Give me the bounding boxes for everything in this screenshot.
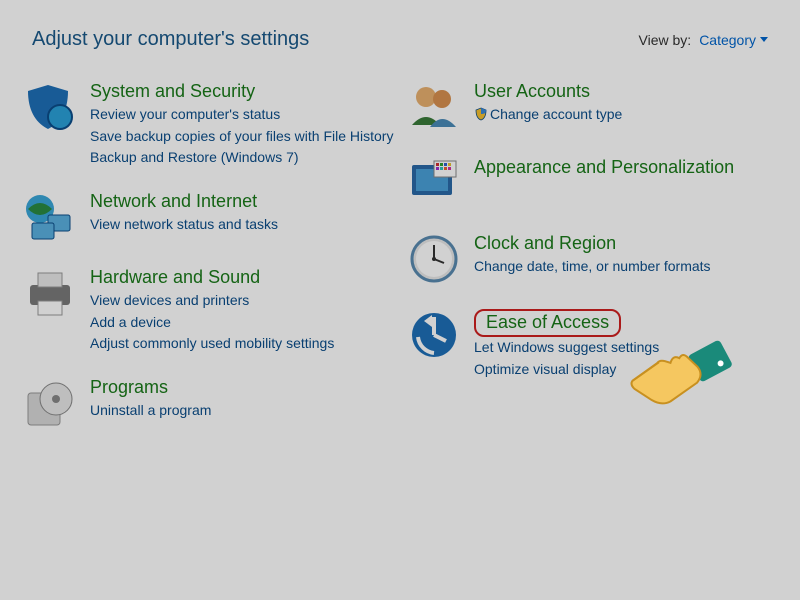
category-title-user-accounts[interactable]: User Accounts xyxy=(474,81,590,102)
shield-icon xyxy=(22,79,78,135)
disc-icon xyxy=(22,375,78,431)
link-change-date-time[interactable]: Change date, time, or number formats xyxy=(474,256,778,278)
ease-of-access-highlight: Ease of Access xyxy=(474,309,621,337)
category-title-ease-of-access[interactable]: Ease of Access xyxy=(486,312,609,333)
category-title-network-internet[interactable]: Network and Internet xyxy=(90,191,257,212)
category-user-accounts: User Accounts Change account type xyxy=(406,79,778,135)
category-network-internet: Network and Internet View network status… xyxy=(22,189,394,245)
link-change-account-type[interactable]: Change account type xyxy=(474,104,778,126)
chevron-down-icon xyxy=(760,37,768,42)
link-network-status[interactable]: View network status and tasks xyxy=(90,214,394,236)
category-title-programs[interactable]: Programs xyxy=(90,377,168,398)
category-system-security: System and Security Review your computer… xyxy=(22,79,394,169)
category-clock-region: Clock and Region Change date, time, or n… xyxy=(406,231,778,287)
ease-icon xyxy=(406,307,462,363)
category-title-hardware-sound[interactable]: Hardware and Sound xyxy=(90,267,260,288)
clock-icon xyxy=(406,231,462,287)
link-mobility-settings[interactable]: Adjust commonly used mobility settings xyxy=(90,333,394,355)
category-title-system-security[interactable]: System and Security xyxy=(90,81,255,102)
link-uninstall-program[interactable]: Uninstall a program xyxy=(90,400,394,422)
link-review-status[interactable]: Review your computer's status xyxy=(90,104,394,126)
page-title: Adjust your computer's settings xyxy=(32,28,309,51)
link-backup-restore[interactable]: Backup and Restore (Windows 7) xyxy=(90,147,394,169)
category-programs: Programs Uninstall a program xyxy=(22,375,394,431)
view-by-dropdown[interactable]: Category xyxy=(699,32,768,48)
uac-shield-icon xyxy=(474,107,488,121)
view-by-label: View by: xyxy=(639,32,692,48)
link-add-device[interactable]: Add a device xyxy=(90,312,394,334)
category-hardware-sound: Hardware and Sound View devices and prin… xyxy=(22,265,394,355)
users-icon xyxy=(406,79,462,135)
link-file-history[interactable]: Save backup copies of your files with Fi… xyxy=(90,126,394,148)
category-appearance-personalization: Appearance and Personalization xyxy=(406,155,778,211)
link-devices-printers[interactable]: View devices and printers xyxy=(90,290,394,312)
category-title-clock-region[interactable]: Clock and Region xyxy=(474,233,616,254)
view-by-value: Category xyxy=(699,32,756,48)
view-by: View by: Category xyxy=(639,32,768,48)
left-column: System and Security Review your computer… xyxy=(22,79,394,451)
category-title-appearance-personalization[interactable]: Appearance and Personalization xyxy=(474,157,734,178)
monitor-icon xyxy=(406,155,462,211)
network-icon xyxy=(22,189,78,245)
printer-icon xyxy=(22,265,78,321)
